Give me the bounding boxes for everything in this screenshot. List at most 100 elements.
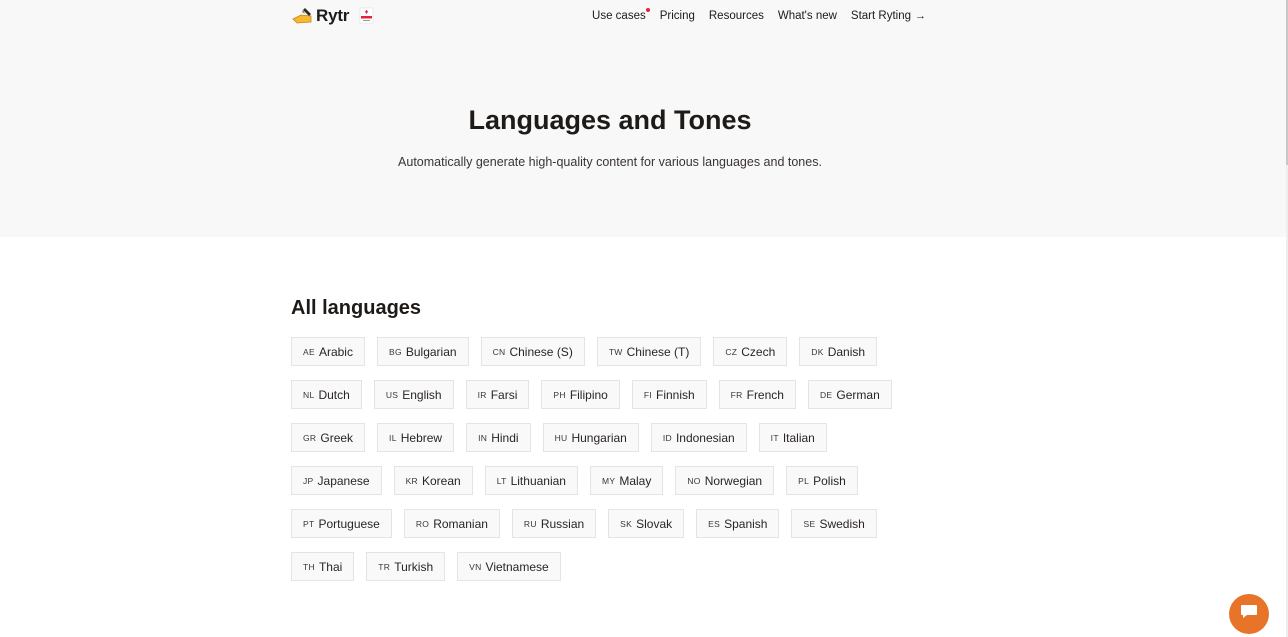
language-name: Hungarian (571, 430, 627, 445)
language-chip[interactable]: DE German (807, 380, 892, 409)
language-code: VN (469, 561, 482, 572)
language-code: ES (708, 518, 721, 529)
language-name: Arabic (318, 344, 353, 359)
page-title: Languages and Tones (468, 105, 752, 135)
language-chip[interactable]: TW Chinese (T) (596, 337, 702, 366)
language-code: TR (378, 561, 391, 572)
language-code: IN (478, 432, 488, 443)
language-chip[interactable]: JP Japanese (291, 466, 382, 495)
language-name: Bulgarian (405, 344, 457, 359)
language-chip[interactable]: PH Filipino (541, 380, 620, 409)
language-name: Finnish (655, 387, 695, 402)
language-chip[interactable]: TR Turkish (366, 552, 446, 581)
language-code: IT (770, 432, 779, 443)
language-name: Hebrew (400, 430, 443, 445)
arrow-right-icon: → (915, 10, 926, 22)
language-chip[interactable]: FR French (718, 380, 796, 409)
language-name: Malay (619, 473, 652, 488)
language-chip[interactable]: PT Portuguese (291, 509, 392, 538)
language-name: Turkish (394, 559, 434, 574)
language-row: AE Arabic BG Bulgarian CN Chinese (S) TW Chines… (291, 337, 889, 366)
language-code: IR (477, 389, 487, 400)
language-code: US (385, 389, 399, 400)
language-chip[interactable]: RU Russian (511, 509, 597, 538)
top-navbar: Rytr Use cases Pricing Resources What's … (291, 0, 926, 34)
language-chip[interactable]: MY Malay (589, 466, 664, 495)
nav-use-cases[interactable]: Use cases (592, 8, 650, 22)
language-row: JP Japanese KR Korean LT Lithuanian MY Malay NO N… (291, 466, 870, 495)
language-name: Korean (422, 473, 461, 488)
language-code: ID (662, 432, 672, 443)
language-name: Lithuanian (510, 473, 566, 488)
nav-whats-new[interactable]: What's new (778, 10, 837, 22)
language-code: RU (523, 518, 537, 529)
language-code: NO (687, 475, 701, 486)
nav-resources[interactable]: Resources (709, 10, 764, 22)
language-name: Greek (320, 430, 354, 445)
language-chip[interactable]: IL Hebrew (377, 423, 455, 452)
language-chip[interactable]: GR Greek (291, 423, 366, 452)
language-code: PT (303, 518, 315, 529)
language-chip[interactable]: SK Slovak (608, 509, 685, 538)
section-title: All languages (291, 297, 422, 319)
language-code: JP (303, 475, 314, 486)
language-name: Indonesian (675, 430, 735, 445)
language-code: NL (303, 389, 315, 400)
nav-pricing[interactable]: Pricing (660, 10, 695, 22)
notification-dot (645, 8, 650, 12)
language-chip[interactable]: IN Hindi (466, 423, 531, 452)
language-name: Vietnamese (485, 559, 549, 574)
language-chip[interactable]: CN Chinese (S) (480, 337, 585, 366)
language-code: GR (303, 432, 317, 443)
language-name: Dutch (318, 387, 350, 402)
language-chip[interactable]: HU Hungarian (542, 423, 639, 452)
chat-button[interactable] (1229, 594, 1269, 634)
language-code: FI (643, 389, 652, 400)
language-code: HU (554, 432, 568, 443)
logo-text: Rytr (316, 6, 350, 25)
language-chip[interactable]: DK Danish (799, 337, 878, 366)
chat-bubble-icon (1239, 603, 1259, 626)
language-code: KR (405, 475, 418, 486)
language-name: Thai (318, 559, 343, 574)
language-name: English (402, 387, 442, 402)
nav-start-ryting[interactable]: Start Ryting → (851, 10, 926, 22)
language-row: TH Thai TR Turkish VN Vietnamese (291, 552, 573, 581)
language-chip[interactable]: ID Indonesian (650, 423, 747, 452)
language-chip[interactable]: RO Romanian (403, 509, 500, 538)
language-chip[interactable]: LT Lithuanian (484, 466, 578, 495)
language-code: PL (798, 475, 810, 486)
language-name: Hindi (491, 430, 519, 445)
language-chip[interactable]: BG Bulgarian (376, 337, 469, 366)
language-name: Romanian (433, 516, 488, 531)
language-chip[interactable]: CZ Czech (713, 337, 788, 366)
language-chip[interactable]: ES Spanish (696, 509, 780, 538)
nav-use-cases-label: Use cases (592, 10, 646, 22)
language-chip[interactable]: FI Finnish (631, 380, 707, 409)
language-chip[interactable]: US English (373, 380, 454, 409)
language-chip[interactable]: IT Italian (758, 423, 827, 452)
language-chip[interactable]: NL Dutch (291, 380, 362, 409)
language-name: Czech (741, 344, 776, 359)
language-chip[interactable]: VN Vietnamese (457, 552, 561, 581)
language-name: Filipino (569, 387, 608, 402)
language-code: CN (492, 346, 506, 357)
language-code: RO (415, 518, 430, 529)
language-chip[interactable]: NO Norwegian (675, 466, 775, 495)
language-chip[interactable]: IR Farsi (465, 380, 530, 409)
language-chip[interactable]: PL Polish (786, 466, 858, 495)
language-chip[interactable]: SE Swedish (791, 509, 877, 538)
language-code: AE (303, 346, 315, 357)
logo[interactable]: Rytr (291, 6, 349, 26)
language-chip[interactable]: TH Thai (291, 552, 355, 581)
language-name: Danish (827, 344, 866, 359)
language-row: NL Dutch US English IR Farsi PH Filipino FI Finni… (291, 380, 904, 409)
language-code: PH (553, 389, 566, 400)
language-chip[interactable]: AE Arabic (291, 337, 365, 366)
language-name: Portuguese (318, 516, 380, 531)
language-name: Chinese (S) (509, 344, 573, 359)
language-name: Farsi (490, 387, 518, 402)
language-chip[interactable]: KR Korean (393, 466, 473, 495)
language-code: BG (388, 346, 402, 357)
language-code: SE (803, 518, 816, 529)
